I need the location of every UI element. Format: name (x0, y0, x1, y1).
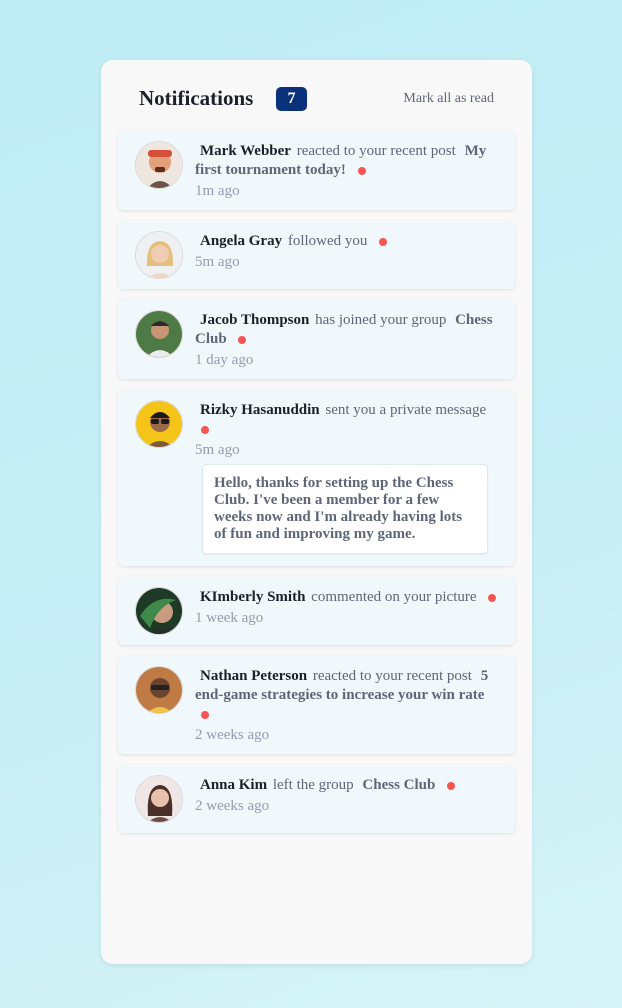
notifications-card: Notifications 7 Mark all as read Mark We… (101, 60, 532, 964)
unread-dot-icon (488, 593, 497, 602)
notification-item[interactable]: Anna Kim left the group Chess Club 2 wee… (118, 765, 515, 833)
user-name-link[interactable]: Angela Gray (200, 233, 282, 249)
notification-list: Mark Webber reacted to your recent post … (118, 131, 515, 844)
unread-dot-icon (238, 335, 247, 344)
private-message-preview[interactable]: Hello, thanks for setting up the Chess C… (202, 464, 488, 554)
unread-count-badge: 7 (276, 87, 307, 111)
avatar[interactable] (135, 310, 183, 358)
mark-all-read-button[interactable]: Mark all as read (403, 91, 494, 107)
avatar[interactable] (135, 775, 183, 823)
user-name-link[interactable]: Jacob Thompson (200, 312, 309, 328)
user-name-link[interactable]: Mark Webber (200, 143, 291, 159)
avatar-image-icon (136, 588, 182, 634)
avatar-image-icon (136, 667, 182, 713)
unread-dot-icon (447, 781, 456, 790)
unread-dot-icon (357, 166, 366, 175)
avatar[interactable] (135, 666, 183, 714)
notification-content: Nathan Peterson reacted to your recent p… (195, 667, 499, 745)
notification-content: Jacob Thompson has joined your group Che… (195, 311, 499, 370)
notification-item[interactable]: KImberly Smith commented on your picture… (118, 577, 515, 645)
notification-time: 5m ago (195, 254, 240, 270)
unread-dot-icon (201, 710, 209, 719)
avatar-image-icon (136, 776, 182, 822)
notification-item[interactable]: Rizky Hasanuddin sent you a private mess… (118, 390, 515, 566)
notification-action: left the group (272, 777, 354, 793)
avatar[interactable] (135, 141, 183, 189)
notification-time: 2 weeks ago (195, 798, 270, 814)
notification-item[interactable]: Nathan Peterson reacted to your recent p… (118, 656, 515, 754)
notification-item[interactable]: Angela Gray followed you 5m ago (118, 221, 515, 289)
user-name-link[interactable]: KImberly Smith (200, 589, 305, 605)
avatar-image-icon (136, 142, 182, 188)
avatar-image-icon (136, 401, 182, 447)
notification-time: 1 day ago (195, 352, 254, 368)
notification-action: sent you a private message (325, 402, 487, 418)
group-link[interactable]: Chess Club (362, 777, 435, 793)
avatar-image-icon (136, 311, 182, 357)
user-name-link[interactable]: Rizky Hasanuddin (200, 402, 320, 418)
notification-action: followed you (287, 233, 368, 249)
notification-item[interactable]: Jacob Thompson has joined your group Che… (118, 300, 515, 379)
notification-time: 2 weeks ago (195, 727, 270, 743)
notification-content: Rizky Hasanuddin sent you a private mess… (195, 401, 499, 460)
notification-action: commented on your picture (311, 589, 477, 605)
avatar[interactable] (135, 400, 183, 448)
unread-dot-icon (201, 425, 209, 434)
notification-item[interactable]: Mark Webber reacted to your recent post … (118, 131, 515, 210)
notification-action: reacted to your recent post (296, 143, 456, 159)
avatar[interactable] (135, 587, 183, 635)
header: Notifications 7 Mark all as read (101, 60, 532, 130)
notification-action: has joined your group (315, 312, 447, 328)
notification-time: 5m ago (195, 442, 240, 458)
avatar-image-icon (136, 232, 182, 278)
page-title: Notifications (139, 86, 254, 110)
avatar[interactable] (135, 231, 183, 279)
notification-time: 1 week ago (195, 610, 264, 626)
user-name-link[interactable]: Anna Kim (200, 777, 267, 793)
notification-content: Angela Gray followed you 5m ago (195, 232, 499, 272)
notification-action: reacted to your recent post (312, 668, 472, 684)
notification-content: Anna Kim left the group Chess Club 2 wee… (195, 776, 499, 816)
notification-time: 1m ago (195, 183, 240, 199)
unread-dot-icon (379, 237, 388, 246)
user-name-link[interactable]: Nathan Peterson (200, 668, 307, 684)
notification-content: KImberly Smith commented on your picture… (195, 588, 499, 628)
notification-content: Mark Webber reacted to your recent post … (195, 142, 499, 201)
